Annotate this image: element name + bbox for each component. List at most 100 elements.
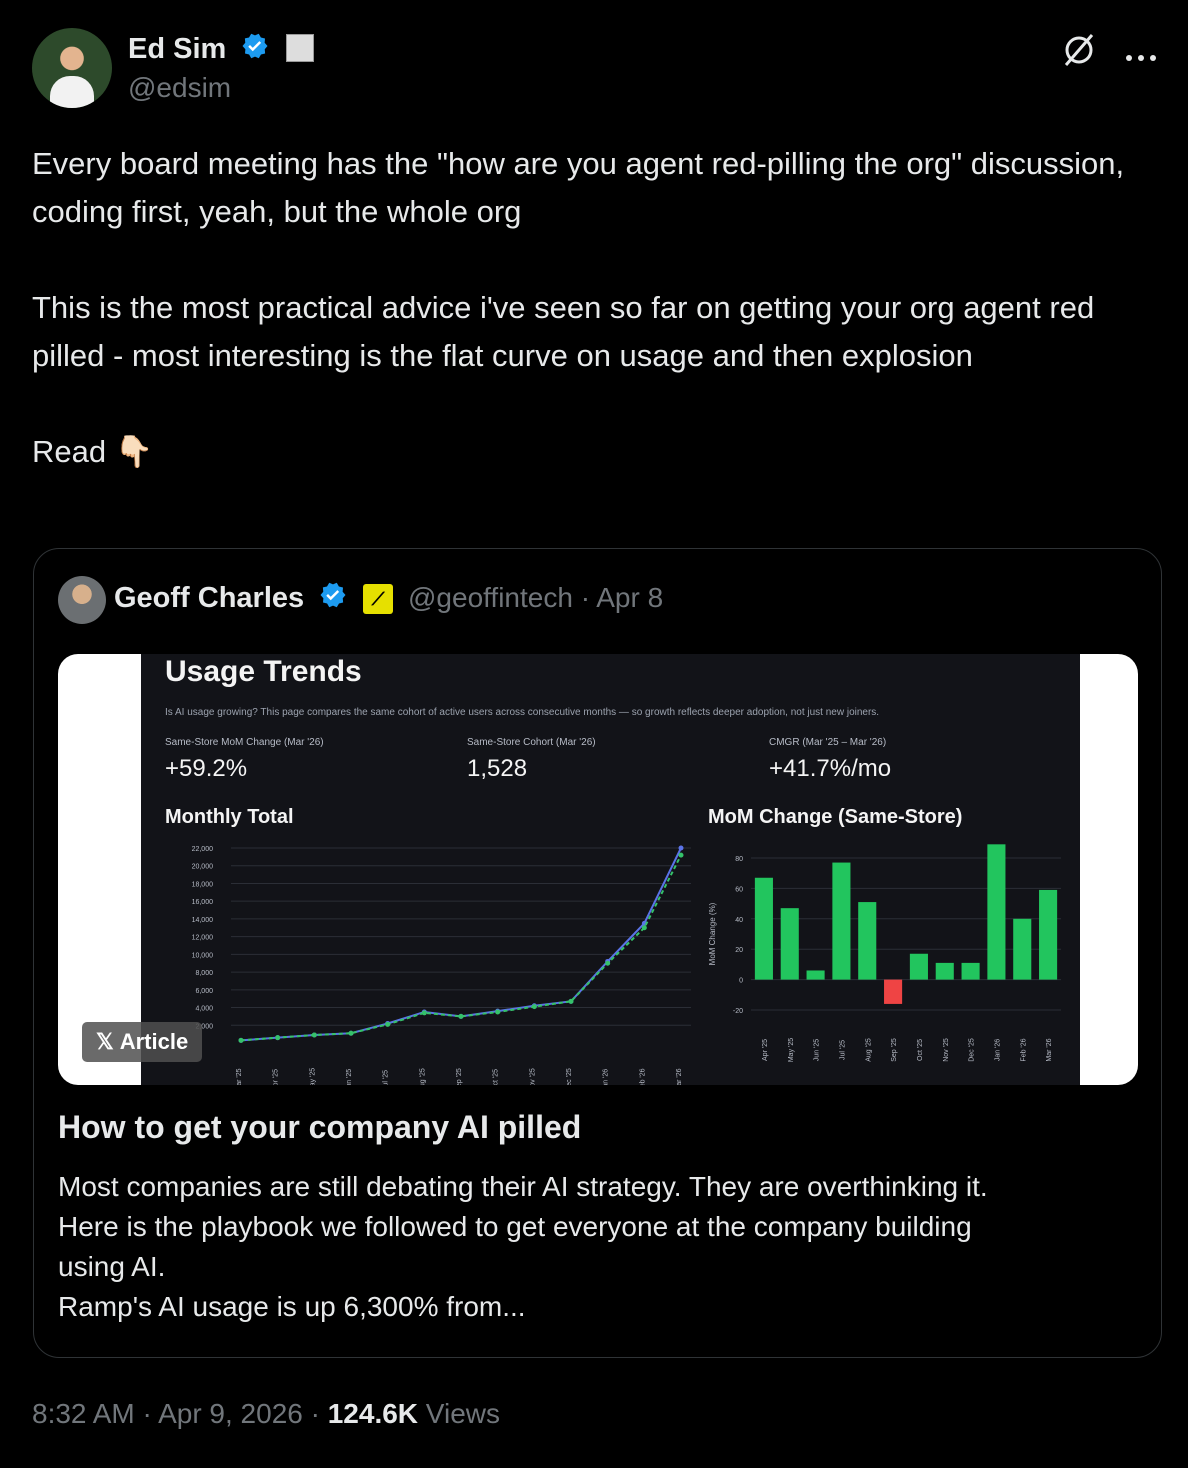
- data-point: [458, 1013, 464, 1019]
- x-tick-label: Jun '25: [346, 1069, 353, 1085]
- x-tick-label: Dec '25: [969, 1038, 976, 1062]
- y-tick-label: 20: [735, 947, 743, 954]
- tweet-paragraph: Every board meeting has the "how are you…: [32, 146, 1125, 229]
- quoted-author-avatar[interactable]: [58, 576, 106, 624]
- x-tick-label: Feb '26: [639, 1068, 646, 1085]
- tweet-paragraph: [32, 236, 1142, 284]
- article-description-line: Most companies are still debating their …: [58, 1171, 988, 1202]
- panel-title: Usage Trends: [165, 655, 362, 688]
- data-point: [568, 998, 574, 1004]
- x-tick-label: Sep '25: [891, 1038, 898, 1062]
- x-tick-label: Jun '25: [814, 1039, 821, 1061]
- series-line: [240, 847, 682, 1042]
- article-description-line: Ramp's AI usage is up 6,300% from...: [58, 1291, 526, 1322]
- x-tick-label: Dec '25: [566, 1068, 573, 1085]
- mom-change-bar-chart: -20 0 20 40 60 80 MoM Change (%) Apr '25 May '25…: [708, 844, 1061, 1062]
- y-tick-label: -20: [733, 1008, 743, 1015]
- tweet-paragraph: Read 👇🏻: [32, 434, 154, 469]
- data-point: [531, 1004, 537, 1010]
- stat-value: +59.2%: [165, 755, 248, 782]
- quoted-handle-date[interactable]: @geoffintech · Apr 8: [408, 582, 663, 614]
- y-tick-label: 18,000: [192, 881, 214, 888]
- ramp-logo-icon[interactable]: ⟋: [363, 584, 393, 614]
- data-point: [678, 845, 684, 851]
- views-count: 124.6K: [327, 1398, 419, 1429]
- bar: [987, 844, 1006, 980]
- article-badge-label: Article: [119, 1029, 189, 1054]
- stat-label: Same-Store Cohort (Mar '26): [467, 737, 596, 748]
- author-name-row: Ed Sim: [128, 31, 315, 69]
- views-label: Views: [418, 1398, 500, 1429]
- data-point: [348, 1030, 354, 1036]
- article-title[interactable]: How to get your company AI pilled: [58, 1109, 581, 1146]
- x-tick-label: Jul '25: [383, 1070, 390, 1085]
- y-tick-label: 16,000: [192, 899, 214, 906]
- stat-value: +41.7%/mo: [769, 755, 892, 782]
- x-tick-label: Apr '25: [762, 1039, 769, 1061]
- author-avatar[interactable]: [32, 28, 112, 108]
- x-tick-label: Oct '25: [493, 1069, 500, 1085]
- more-options-icon[interactable]: [1124, 38, 1158, 70]
- y-tick-label: 60: [735, 886, 743, 893]
- bar: [754, 877, 773, 980]
- panel-subtitle: Is AI usage growing? This page compares …: [165, 707, 880, 718]
- stat-value: 1,528: [467, 755, 528, 782]
- y-tick-label: 4,000: [195, 1006, 213, 1013]
- data-point: [495, 1009, 501, 1015]
- verified-badge-icon[interactable]: [240, 31, 270, 69]
- bar: [858, 902, 877, 980]
- bar: [909, 953, 928, 980]
- stat-label: Same-Store MoM Change (Mar '26): [165, 737, 324, 748]
- x-tick-label: Apr '25: [273, 1069, 280, 1085]
- monthly-total-line-chart: 2,0004,0006,0008,00010,00012,00014,00016…: [192, 845, 691, 1085]
- x-tick-label: Aug '25: [865, 1038, 872, 1062]
- x-tick-label: May '25: [309, 1068, 316, 1085]
- bar: [935, 962, 954, 980]
- article-badge: 𝕏 Article: [82, 1022, 203, 1062]
- x-tick-label: Mar '25: [236, 1068, 243, 1085]
- y-tick-label: 20,000: [192, 864, 214, 871]
- x-tick-label: Aug '25: [419, 1068, 426, 1085]
- x-tick-label: Jan '26: [994, 1039, 1001, 1061]
- y-tick-label: 12,000: [192, 935, 214, 942]
- series-line: [240, 854, 682, 1042]
- y-tick-label: 40: [735, 917, 743, 924]
- y-tick-label: 14,000: [192, 917, 214, 924]
- x-tick-label: Mar '26: [676, 1068, 683, 1085]
- article-description-line: Here is the playbook we followed to get …: [58, 1211, 972, 1242]
- top-actions: [1060, 31, 1158, 76]
- x-tick-label: Jan '26: [603, 1069, 610, 1085]
- quoted-author-name-row: Geoff Charles: [114, 580, 348, 618]
- x-tick-label: Jul '25: [839, 1040, 846, 1060]
- tweet-metadata: 8:32 AM · Apr 9, 2026 · 124.6K Views: [32, 1398, 500, 1430]
- y-tick-label: 22,000: [192, 846, 214, 853]
- line-chart-title: Monthly Total: [165, 806, 294, 828]
- affiliate-logo-icon[interactable]: [286, 34, 315, 62]
- y-axis-label: MoM Change (%): [708, 902, 717, 965]
- x-logo-icon: 𝕏: [96, 1029, 114, 1054]
- data-point: [678, 852, 684, 858]
- timestamp[interactable]: 8:32 AM · Apr 9, 2026 ·: [32, 1398, 328, 1429]
- quoted-author-name[interactable]: Geoff Charles: [114, 582, 304, 614]
- bar: [832, 862, 851, 980]
- x-tick-label: Nov '25: [943, 1038, 950, 1062]
- tweet-paragraph: This is the most practical advice i've s…: [32, 290, 1095, 373]
- data-point: [275, 1035, 281, 1041]
- x-tick-label: May '25: [788, 1038, 795, 1062]
- stat-label: CMGR (Mar '25 – Mar '26): [769, 737, 887, 748]
- x-tick-label: Oct '25: [917, 1039, 924, 1061]
- bar: [961, 962, 980, 980]
- data-point: [311, 1032, 317, 1038]
- grok-icon[interactable]: [1060, 31, 1098, 76]
- author-handle[interactable]: @edsim: [128, 72, 231, 104]
- data-point: [385, 1021, 391, 1027]
- y-tick-label: 8,000: [195, 970, 213, 977]
- article-description: Most companies are still debating their …: [58, 1167, 1118, 1327]
- x-tick-label: Sep '25: [456, 1068, 463, 1085]
- author-name[interactable]: Ed Sim: [128, 33, 226, 65]
- y-tick-label: 80: [735, 856, 743, 863]
- data-point: [421, 1010, 427, 1016]
- verified-badge-icon[interactable]: [318, 580, 348, 618]
- y-tick-label: 0: [739, 978, 743, 985]
- data-point: [238, 1037, 244, 1043]
